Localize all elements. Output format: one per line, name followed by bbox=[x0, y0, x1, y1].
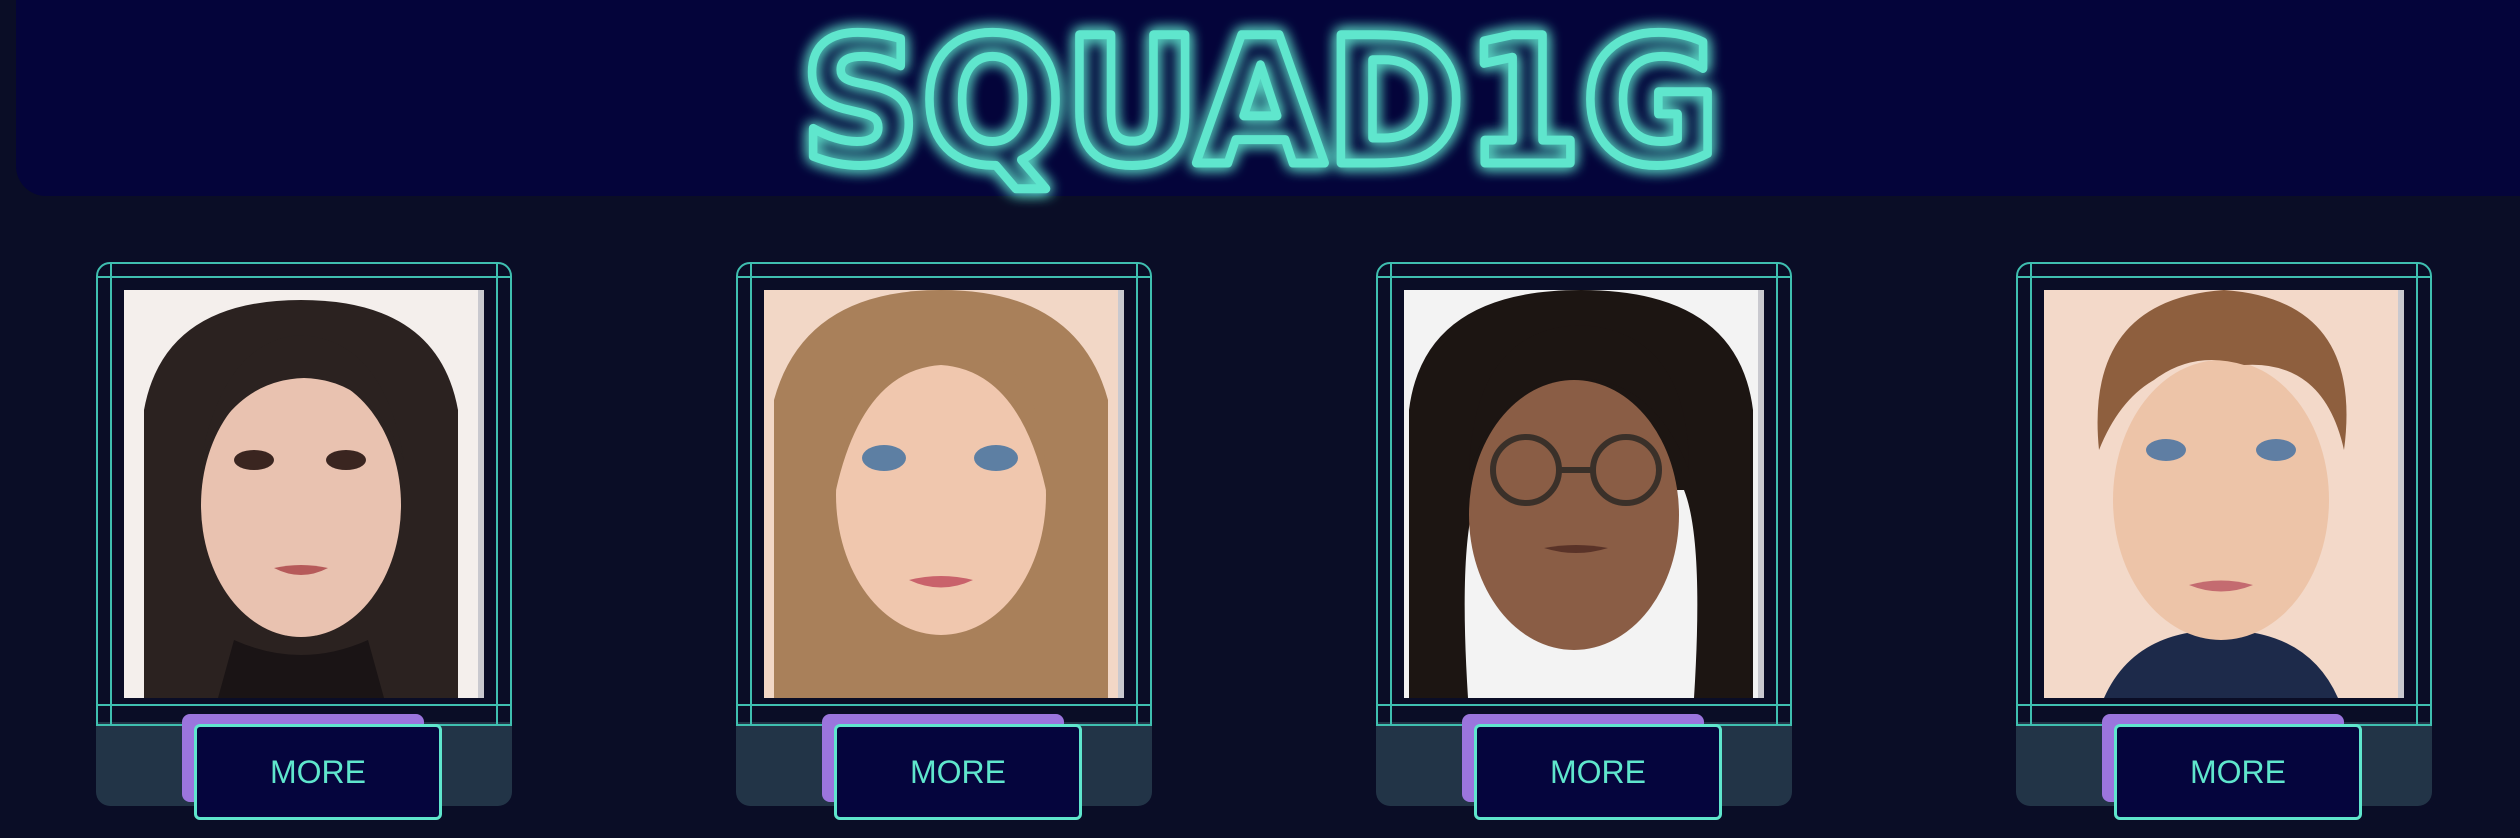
more-button[interactable]: MORE bbox=[834, 724, 1082, 820]
frame-guide bbox=[2030, 262, 2032, 724]
frame-guide bbox=[496, 262, 498, 724]
frame-guide bbox=[96, 704, 512, 706]
frame-guide bbox=[750, 262, 752, 724]
more-button[interactable]: MORE bbox=[2114, 724, 2362, 820]
frame-guide bbox=[2016, 276, 2432, 278]
frame-guide bbox=[2016, 704, 2432, 706]
frame-guide bbox=[736, 276, 1152, 278]
frame-guide bbox=[2416, 262, 2418, 724]
frame-guide bbox=[96, 276, 512, 278]
portrait-photo[interactable] bbox=[1404, 290, 1764, 698]
profile-card: MORE bbox=[96, 262, 512, 820]
portrait-photo[interactable] bbox=[124, 290, 484, 698]
frame-guide bbox=[1776, 262, 1778, 724]
frame-guide bbox=[1376, 704, 1792, 706]
more-button[interactable]: MORE bbox=[194, 724, 442, 820]
frame-guide bbox=[1136, 262, 1138, 724]
profile-card: MORE bbox=[2016, 262, 2432, 820]
page: SQUAD1G MORE MORE MORE MORE bbox=[0, 0, 2520, 838]
logo-text: SQUAD1G bbox=[800, 0, 1720, 205]
profile-card: MORE bbox=[1376, 262, 1792, 820]
frame-guide bbox=[110, 262, 112, 724]
more-button[interactable]: MORE bbox=[1474, 724, 1722, 820]
profile-card: MORE bbox=[736, 262, 1152, 820]
frame-guide bbox=[1376, 276, 1792, 278]
frame-guide bbox=[736, 704, 1152, 706]
portrait-photo[interactable] bbox=[764, 290, 1124, 698]
frame-guide bbox=[1390, 262, 1392, 724]
portrait-photo[interactable] bbox=[2044, 290, 2404, 698]
site-logo[interactable]: SQUAD1G bbox=[0, 0, 2520, 228]
